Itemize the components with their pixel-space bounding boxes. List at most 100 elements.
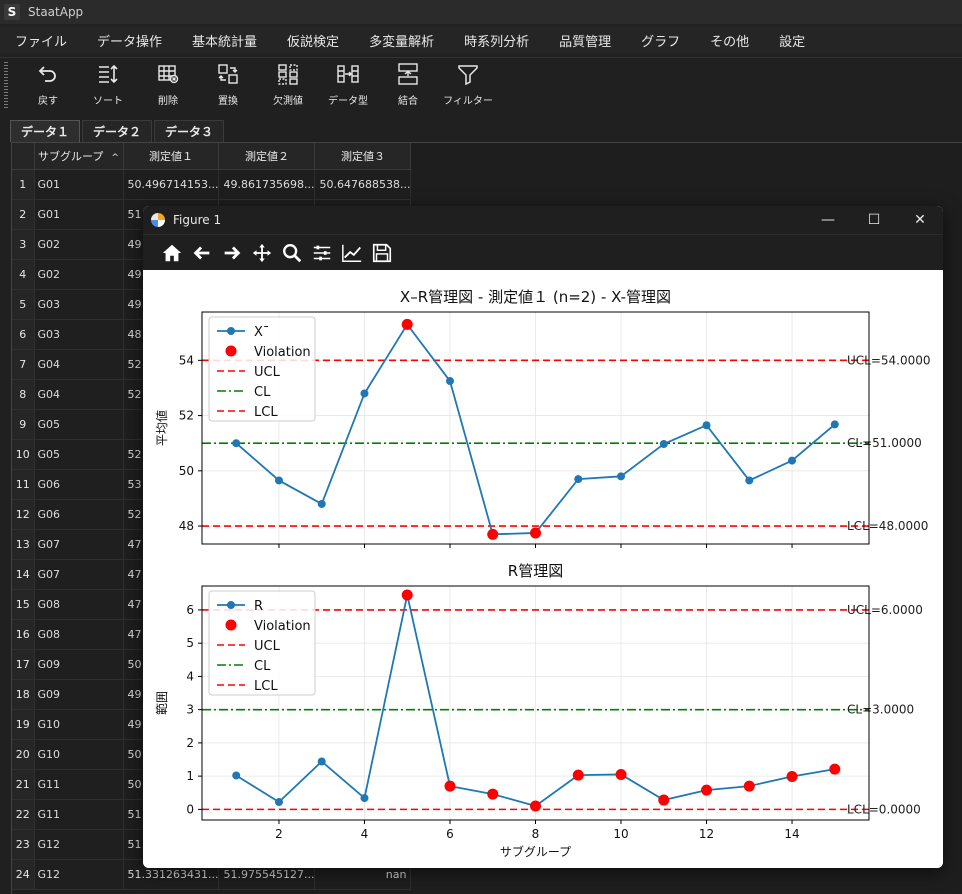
cell-subgroup[interactable]: G07 [34,529,124,560]
maximize-button[interactable]: ☐ [851,206,897,234]
tab-data-1[interactable]: データ１ [10,120,81,142]
table-row[interactable]: 1 G01 50.496714153... 49.861735698... 50.647… [12,169,412,200]
control-charts[interactable]: X–R管理図 - 測定値１ (n=2) - X-管理図 UCL=54.0000 CL… [143,270,943,868]
cell-subgroup[interactable]: G07 [34,559,124,590]
row-number[interactable]: 5 [12,289,35,320]
row-number[interactable]: 6 [12,319,35,350]
row-number[interactable]: 24 [12,859,35,890]
home-button[interactable] [157,238,187,268]
title-bar: S StaatApp [0,0,962,24]
column-header-measure-2[interactable]: 測定値２ [218,143,316,170]
menu-other[interactable]: その他 [695,31,764,50]
cell-subgroup[interactable]: G05 [34,409,124,440]
cell-subgroup[interactable]: G10 [34,739,124,770]
control-line-label: LCL=48.0000 [847,519,928,533]
filter-button[interactable]: フィルター [438,58,498,112]
edit-axes-button[interactable] [337,238,367,268]
violation-point [487,528,499,540]
zoom-button[interactable] [277,238,307,268]
violation-point [401,589,413,601]
undo-button[interactable]: 戻す [18,58,78,112]
forward-button[interactable] [217,238,247,268]
delete-button[interactable]: 削除 [138,58,198,112]
column-header-subgroup[interactable]: サブグループ ^ [34,143,124,170]
menu-quality-control[interactable]: 品質管理 [544,31,626,50]
row-number[interactable]: 17 [12,649,35,680]
cell-subgroup[interactable]: G09 [34,649,124,680]
missing-values-button[interactable]: 欠測値 [258,58,318,112]
cell-measure-2[interactable]: 49.861735698... [218,169,316,200]
row-number[interactable]: 22 [12,799,35,830]
cell-subgroup[interactable]: G03 [34,289,124,320]
menu-data-ops[interactable]: データ操作 [82,31,177,50]
row-number[interactable]: 4 [12,259,35,290]
configure-subplots-button[interactable] [307,238,337,268]
cell-subgroup[interactable]: G08 [34,589,124,620]
row-number[interactable]: 10 [12,439,35,470]
replace-button[interactable]: 置換 [198,58,258,112]
row-number[interactable]: 12 [12,499,35,530]
row-number[interactable]: 13 [12,529,35,560]
row-number[interactable]: 19 [12,709,35,740]
menu-time-series[interactable]: 時系列分析 [449,31,544,50]
data-type-button[interactable]: データ型 [318,58,378,112]
row-number[interactable]: 8 [12,379,35,410]
row-number[interactable]: 16 [12,619,35,650]
cell-subgroup[interactable]: G05 [34,439,124,470]
row-number[interactable]: 20 [12,739,35,770]
tab-data-3[interactable]: データ３ [154,120,225,142]
row-number[interactable]: 2 [12,199,35,230]
cell-subgroup[interactable]: G04 [34,349,124,380]
cell-subgroup[interactable]: G01 [34,169,124,200]
menu-settings[interactable]: 設定 [764,31,820,50]
filter-icon [458,65,478,86]
menu-basic-stats[interactable]: 基本統計量 [177,31,272,50]
pan-button[interactable] [247,238,277,268]
row-number[interactable]: 9 [12,409,35,440]
row-number[interactable]: 18 [12,679,35,710]
table-corner[interactable] [12,143,35,170]
menu-file[interactable]: ファイル [0,31,82,50]
control-line-label: CL=51.0000 [847,436,922,450]
toolbar-grip[interactable] [4,62,8,108]
row-number[interactable]: 7 [12,349,35,380]
sort-button[interactable]: ソート [78,58,138,112]
tab-data-2[interactable]: データ２ [82,120,153,142]
back-button[interactable] [187,238,217,268]
cell-subgroup[interactable]: G03 [34,319,124,350]
row-number[interactable]: 11 [12,469,35,500]
row-number[interactable]: 14 [12,559,35,590]
row-number[interactable]: 3 [12,229,35,260]
cell-subgroup[interactable]: G06 [34,469,124,500]
data-type-icon [337,65,359,83]
column-header-measure-3[interactable]: 測定値３ [314,143,412,170]
y-tick-label: 1 [186,769,194,783]
close-button[interactable]: ✕ [897,206,943,234]
menu-hypothesis-test[interactable]: 仮説検定 [272,31,354,50]
cell-subgroup[interactable]: G09 [34,679,124,710]
cell-subgroup[interactable]: G11 [34,799,124,830]
cell-subgroup[interactable]: G04 [34,379,124,410]
menu-multivariate[interactable]: 多変量解析 [354,31,449,50]
merge-button[interactable]: 結合 [378,58,438,112]
row-number[interactable]: 21 [12,769,35,800]
row-number[interactable]: 1 [12,169,35,200]
column-header-measure-1[interactable]: 測定値１ [123,143,220,170]
cell-measure-3[interactable]: 50.647688538... [314,169,412,200]
row-number[interactable]: 15 [12,589,35,620]
cell-subgroup[interactable]: G02 [34,229,124,260]
cell-subgroup[interactable]: G10 [34,709,124,740]
cell-subgroup[interactable]: G02 [34,259,124,290]
cell-subgroup[interactable]: G01 [34,199,124,230]
save-figure-button[interactable] [367,238,397,268]
cell-measure-1[interactable]: 50.496714153... [123,169,220,200]
minimize-button[interactable]: — [805,206,851,234]
cell-subgroup[interactable]: G12 [34,829,124,860]
cell-subgroup[interactable]: G11 [34,769,124,800]
cell-subgroup[interactable]: G12 [34,859,124,890]
cell-subgroup[interactable]: G06 [34,499,124,530]
data-point [745,476,754,485]
menu-graph[interactable]: グラフ [626,31,695,50]
row-number[interactable]: 23 [12,829,35,860]
cell-subgroup[interactable]: G08 [34,619,124,650]
